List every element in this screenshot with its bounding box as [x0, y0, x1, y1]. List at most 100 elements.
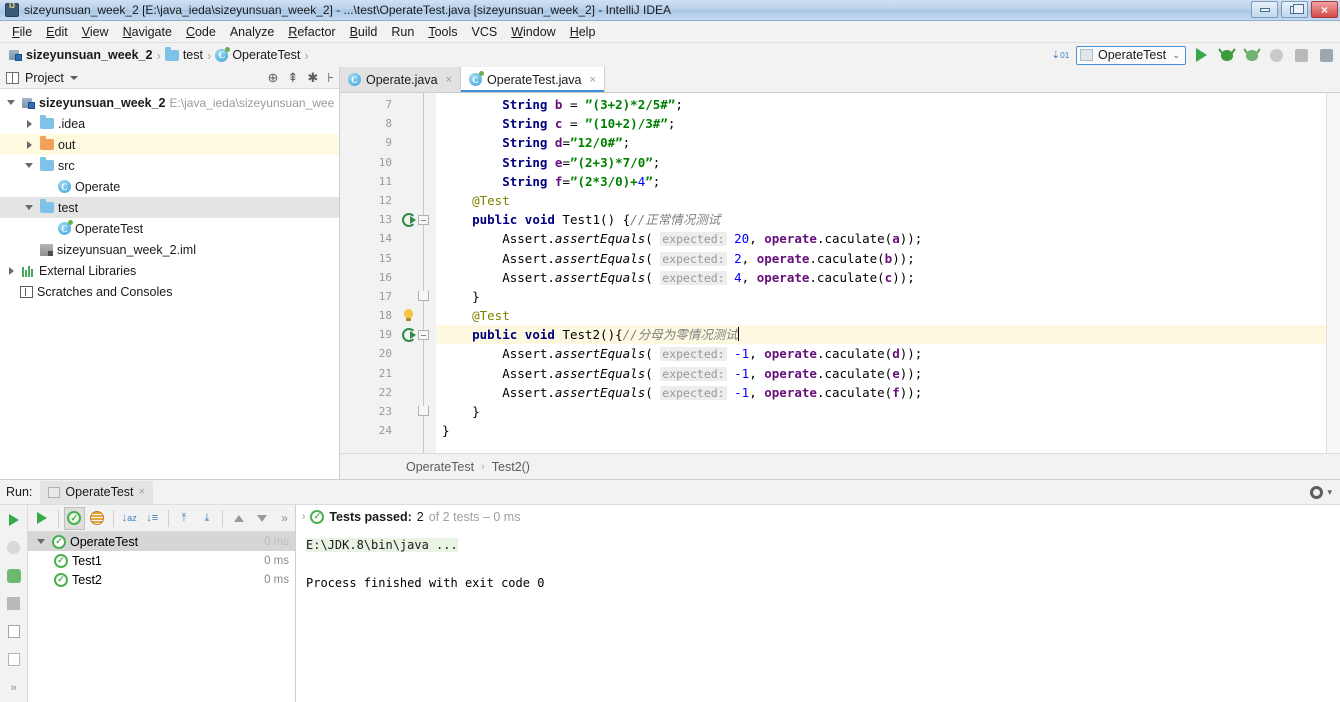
twisty-open-icon[interactable] — [34, 535, 48, 549]
show-passed-icon[interactable]: ✓ — [63, 506, 85, 530]
fold-collapse-icon[interactable] — [418, 330, 429, 341]
sort-alphabetically-icon[interactable]: ↓ a z — [119, 507, 140, 530]
collapse-all-icon[interactable]: ⤓ — [196, 507, 217, 530]
dump-threads-icon[interactable] — [5, 623, 22, 640]
close-icon[interactable]: × — [590, 74, 596, 86]
minimize-button[interactable] — [1251, 1, 1278, 18]
fold-end-icon[interactable] — [418, 290, 429, 301]
more-icon[interactable]: » — [5, 679, 22, 696]
pin-tab-icon[interactable] — [5, 651, 22, 668]
code-line[interactable]: } — [436, 287, 1326, 306]
code-editor[interactable]: 7 8 9 10 11 12 13 14 15 16 17 18 19 20 21 22 23 24 String… — [340, 93, 1340, 453]
run-test-icon[interactable] — [402, 328, 416, 343]
menu-analyze[interactable]: Analyze — [223, 23, 281, 41]
test-row-test1[interactable]: ✓ Test1 0 ms — [28, 551, 295, 570]
twisty-closed-icon[interactable] — [4, 264, 18, 278]
build-project-icon[interactable] — [1317, 46, 1336, 65]
chevron-down-icon[interactable]: ▾ — [1327, 487, 1332, 498]
code-line[interactable]: @Test — [436, 306, 1326, 325]
run-test-icon[interactable] — [402, 213, 416, 228]
toggle-auto-test-icon[interactable] — [5, 567, 22, 584]
menu-navigate[interactable]: Navigate — [116, 23, 179, 41]
more-options-icon[interactable]: » — [274, 507, 295, 530]
run-with-coverage-icon[interactable] — [1242, 46, 1261, 65]
menu-run[interactable]: Run — [384, 23, 421, 41]
code-line[interactable]: } — [436, 402, 1326, 421]
run-icon[interactable] — [1192, 46, 1211, 65]
menu-code[interactable]: Code — [179, 23, 223, 41]
code-line[interactable]: String c = ”(10+2)/3#”; — [436, 114, 1326, 133]
tree-node-test[interactable]: test — [0, 197, 339, 218]
menu-build[interactable]: Build — [343, 23, 385, 41]
gear-icon[interactable] — [1310, 485, 1324, 499]
twisty-open-icon[interactable] — [22, 159, 36, 173]
run-tab-operatetest[interactable]: OperateTest × — [40, 480, 153, 504]
breadcrumb-test[interactable]: test — [162, 46, 206, 62]
menu-help[interactable]: Help — [563, 23, 603, 41]
menu-vcs[interactable]: VCS — [465, 23, 505, 41]
code-line[interactable]: String f=”(2*3/0)+4”; — [436, 172, 1326, 191]
menu-view[interactable]: View — [75, 23, 116, 41]
run-icon[interactable] — [32, 507, 53, 530]
debug-icon[interactable] — [1217, 46, 1236, 65]
menu-file[interactable]: File — [5, 23, 39, 41]
tree-node-external-libraries[interactable]: External Libraries — [0, 260, 339, 281]
breadcrumb-class[interactable]: C OperateTest — [212, 46, 303, 62]
tree-node-out[interactable]: out — [0, 134, 339, 155]
test-row-operatetest[interactable]: ✓ OperateTest 0 ms — [28, 532, 295, 551]
twisty-closed-icon[interactable] — [22, 138, 36, 152]
chevron-down-icon[interactable] — [69, 75, 78, 80]
expand-status-icon[interactable]: › — [302, 511, 305, 522]
breadcrumb-class-name[interactable]: OperateTest — [406, 460, 474, 474]
run-configuration-selector[interactable]: OperateTest ⌄ — [1076, 45, 1186, 65]
code-text-area[interactable]: String b = ”(3+2)*2/5#”; String c = ”(10… — [436, 93, 1326, 453]
tree-node-operate[interactable]: C Operate — [0, 176, 339, 197]
code-line[interactable]: public void Test1() {//正常情况测试 — [436, 210, 1326, 229]
code-line[interactable]: String b = ”(3+2)*2/5#”; — [436, 95, 1326, 114]
code-line[interactable]: Assert.assertEquals( expected: -1, opera… — [436, 364, 1326, 383]
maximize-button[interactable] — [1281, 1, 1308, 18]
show-ignored-icon[interactable] — [87, 507, 108, 530]
sort-numeric-icon[interactable]: ⇣ 01 — [1051, 46, 1070, 65]
expand-all-icon[interactable]: ⤒ — [174, 507, 195, 530]
breadcrumb-method-name[interactable]: Test2() — [492, 460, 530, 474]
console-output[interactable]: E:\JDK.8\bin\java ... Process finished w… — [296, 528, 1340, 702]
close-icon[interactable]: × — [139, 486, 145, 498]
code-line[interactable]: Assert.assertEquals( expected: -1, opera… — [436, 344, 1326, 363]
tree-node-src[interactable]: src — [0, 155, 339, 176]
settings-icon[interactable]: ✱ — [307, 71, 318, 84]
fold-collapse-icon[interactable] — [418, 215, 429, 226]
intention-bulb-icon[interactable] — [404, 309, 413, 322]
menu-refactor[interactable]: Refactor — [281, 23, 342, 41]
tree-node-iml[interactable]: sizeyunsuan_week_2.iml — [0, 239, 339, 260]
tree-node-operatetest[interactable]: C OperateTest — [0, 218, 339, 239]
menu-tools[interactable]: Tools — [421, 23, 464, 41]
collapse-all-icon[interactable]: ⇞ — [287, 71, 298, 84]
twisty-open-icon[interactable] — [22, 201, 36, 215]
fold-end-icon[interactable] — [418, 406, 429, 416]
code-line[interactable]: public void Test2(){//分母为零情况测试 — [436, 325, 1326, 345]
code-line[interactable]: Assert.assertEquals( expected: 2, operat… — [436, 249, 1326, 268]
menu-edit[interactable]: Edit — [39, 23, 75, 41]
tab-operatetest-java[interactable]: C OperateTest.java × — [461, 67, 605, 92]
editor-scroll-markers[interactable] — [1326, 93, 1340, 453]
hide-icon[interactable]: ⊦ — [327, 71, 334, 84]
locate-icon[interactable]: ⊕ — [268, 71, 279, 84]
code-line[interactable]: String e=”(2+3)*7/0”; — [436, 153, 1326, 172]
rerun-icon[interactable] — [5, 511, 22, 528]
tree-node-scratches[interactable]: Scratches and Consoles — [0, 281, 339, 302]
sort-by-duration-icon[interactable]: ↓≡ — [142, 507, 163, 530]
code-line[interactable]: Assert.assertEquals( expected: 4, operat… — [436, 268, 1326, 287]
code-line[interactable]: @Test — [436, 191, 1326, 210]
code-line[interactable]: String d=”12/0#”; — [436, 133, 1326, 152]
close-button[interactable]: × — [1311, 1, 1338, 18]
menu-window[interactable]: Window — [504, 23, 562, 41]
tree-node-project[interactable]: sizeyunsuan_week_2 E:\java_ieda\sizeyuns… — [0, 92, 339, 113]
twisty-closed-icon[interactable] — [22, 117, 36, 131]
test-row-test2[interactable]: ✓ Test2 0 ms — [28, 570, 295, 589]
code-line[interactable]: } — [436, 421, 1326, 440]
code-line[interactable]: Assert.assertEquals( expected: 20, opera… — [436, 229, 1326, 248]
code-line[interactable]: Assert.assertEquals( expected: -1, opera… — [436, 383, 1326, 402]
close-icon[interactable]: × — [446, 74, 452, 86]
twisty-open-icon[interactable] — [4, 96, 18, 110]
